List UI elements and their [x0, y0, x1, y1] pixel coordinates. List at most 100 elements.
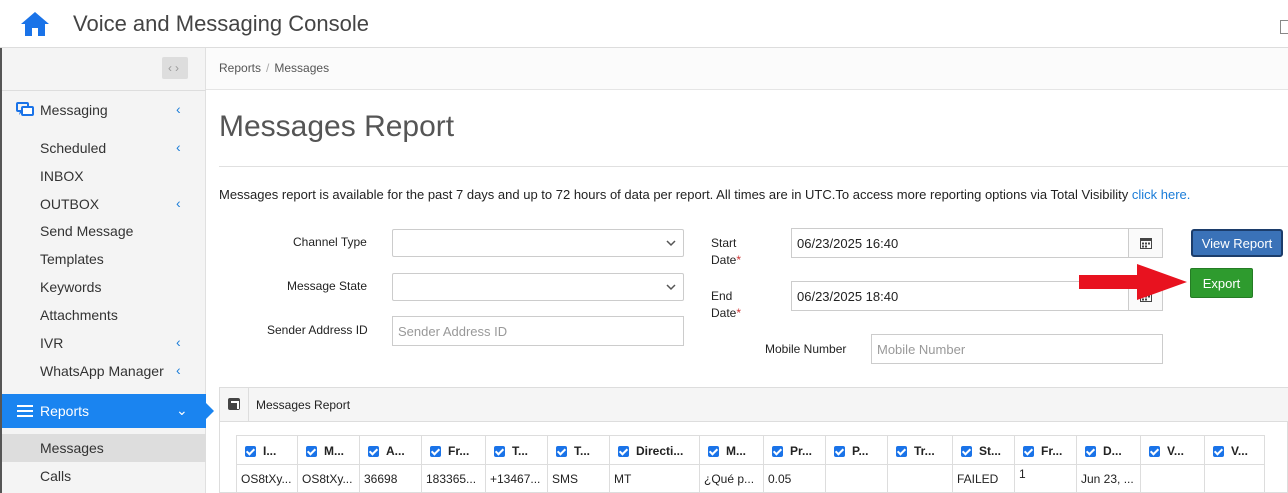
table-cell-value: OS8tXy... — [241, 472, 292, 486]
column-checkbox[interactable] — [961, 446, 972, 457]
column-header-label: D... — [1103, 444, 1122, 458]
column-checkbox[interactable] — [368, 446, 379, 457]
column-checkbox[interactable] — [1085, 446, 1096, 457]
chevron-down-icon — [666, 240, 676, 247]
table-cell-value: ¿Qué p... — [704, 472, 755, 486]
column-checkbox[interactable] — [772, 446, 783, 457]
sidebar-item-reports[interactable]: Reports ⌄ — [2, 394, 214, 428]
column-header[interactable]: M... — [298, 435, 360, 465]
sidebar-item-messaging[interactable]: Messaging ‹ — [2, 93, 206, 127]
sidebar-item-ivr[interactable]: IVR — [40, 335, 63, 351]
column-header-label: Fr... — [448, 444, 470, 458]
column-header[interactable]: V... — [1205, 435, 1265, 465]
mobile-number-input[interactable] — [871, 334, 1163, 364]
sidebar-item-calls[interactable]: Calls — [40, 468, 71, 484]
sidebar-item-keywords[interactable]: Keywords — [40, 279, 101, 295]
chevron-left-icon: ‹ — [176, 195, 181, 211]
message-state-label: Message State — [287, 279, 368, 293]
column-header-label: V... — [1231, 444, 1248, 458]
column-header[interactable]: V... — [1141, 435, 1205, 465]
table-cell-value: 36698 — [364, 472, 398, 486]
column-checkbox[interactable] — [834, 446, 845, 457]
export-button[interactable]: Export — [1190, 268, 1253, 298]
table-cell — [1205, 465, 1265, 493]
chevron-down-icon — [666, 284, 676, 291]
column-header[interactable]: Pr... — [764, 435, 826, 465]
start-date-label-text: Date — [711, 253, 737, 267]
chevron-down-icon: ⌄ — [176, 402, 188, 418]
required-mark: * — [736, 306, 742, 320]
breadcrumb-reports[interactable]: Reports — [219, 61, 261, 75]
column-checkbox[interactable] — [306, 446, 317, 457]
start-date-value: 06/23/2025 16:40 — [797, 236, 899, 251]
column-header[interactable]: Tr... — [888, 435, 953, 465]
column-checkbox[interactable] — [430, 446, 441, 457]
start-date-calendar-button[interactable] — [1128, 229, 1162, 257]
start-date-label: Start Date* — [711, 235, 741, 269]
sidebar-item-send-message[interactable]: Send Message — [40, 223, 133, 239]
sidebar-item-whatsapp-manager[interactable]: WhatsApp Manager — [40, 363, 164, 379]
channel-type-select[interactable] — [392, 229, 684, 257]
start-date-input[interactable]: 06/23/2025 16:40 — [791, 228, 1163, 258]
column-checkbox[interactable] — [1023, 446, 1034, 457]
sidebar-item-templates[interactable]: Templates — [40, 251, 104, 267]
breadcrumb-bar: Reports / Messages — [206, 48, 1288, 90]
column-header[interactable]: A... — [360, 435, 422, 465]
table-cell-value: MT — [614, 472, 632, 486]
column-checkbox[interactable] — [618, 446, 629, 457]
column-checkbox[interactable] — [556, 446, 567, 457]
sidebar-item-label: Reports — [40, 403, 90, 419]
column-header-label: M... — [726, 444, 746, 458]
table-cell: MT — [610, 465, 700, 493]
column-header-label: A... — [386, 444, 405, 458]
column-header[interactable]: Fr... — [1015, 435, 1077, 465]
table-cell: 0.05 — [764, 465, 826, 493]
table-cell-value: OS8tXy... — [302, 472, 353, 486]
sidebar-item-messages[interactable]: Messages — [40, 440, 104, 456]
sender-address-input[interactable] — [392, 316, 684, 346]
click-here-link[interactable]: click here. — [1132, 187, 1191, 202]
column-header[interactable]: Fr... — [422, 435, 486, 465]
column-header[interactable]: M... — [700, 435, 764, 465]
column-header-label: I... — [263, 444, 277, 458]
table-cell-value: +13467... — [490, 472, 541, 486]
column-header[interactable]: P... — [826, 435, 888, 465]
table-cell — [1141, 465, 1205, 493]
column-header-label: Fr... — [1041, 444, 1063, 458]
sidebar-item-inbox[interactable]: INBOX — [40, 168, 84, 184]
panel-header-divider — [248, 388, 249, 422]
column-header[interactable]: D... — [1077, 435, 1141, 465]
required-mark: * — [736, 253, 742, 267]
home-icon[interactable] — [20, 11, 50, 37]
column-checkbox[interactable] — [494, 446, 505, 457]
column-header[interactable]: T... — [548, 435, 610, 465]
column-header[interactable]: Directi... — [610, 435, 700, 465]
column-header[interactable]: I... — [236, 435, 298, 465]
column-checkbox[interactable] — [708, 446, 719, 457]
sidebar-item-scheduled[interactable]: Scheduled — [40, 140, 106, 156]
mobile-number-label: Mobile Number — [765, 342, 847, 356]
breadcrumb: Reports / Messages — [219, 61, 329, 75]
column-checkbox[interactable] — [245, 446, 256, 457]
column-checkbox[interactable] — [1213, 446, 1224, 457]
table-cell: SMS — [548, 465, 610, 493]
calendar-icon — [1140, 238, 1152, 249]
red-arrow-annotation-icon — [1079, 264, 1187, 300]
table-cell: ¿Qué p... — [700, 465, 764, 493]
expand-icon[interactable] — [228, 398, 240, 410]
column-checkbox[interactable] — [896, 446, 907, 457]
message-state-select[interactable] — [392, 273, 684, 301]
column-header-label: T... — [574, 444, 591, 458]
top-bar: Voice and Messaging Console — [0, 0, 1288, 48]
sidebar-item-attachments[interactable]: Attachments — [40, 307, 118, 323]
column-header[interactable]: T... — [486, 435, 548, 465]
column-header[interactable]: St... — [953, 435, 1015, 465]
table-cell — [888, 465, 953, 493]
table-cell-value: 0.05 — [768, 472, 792, 486]
view-report-button[interactable]: View Report — [1191, 229, 1283, 257]
sidebar-item-outbox[interactable]: OUTBOX — [40, 196, 99, 212]
column-header-label: M... — [324, 444, 344, 458]
end-date-label: End Date* — [711, 288, 741, 322]
sidebar-collapse-button[interactable]: ‹› — [162, 57, 188, 79]
column-checkbox[interactable] — [1149, 446, 1160, 457]
